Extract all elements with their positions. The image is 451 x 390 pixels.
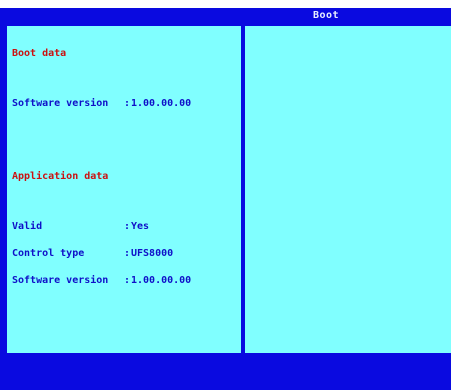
status-bar [0,355,451,390]
app-software-version-value: 1.00.00.00 [131,275,192,286]
separator: : [124,275,131,286]
valid-value: Yes [131,221,150,232]
app-software-version-row: Software version:1.00.00.00 [12,275,192,286]
control-type-value: UFS8000 [131,248,174,259]
info-content: Boot data Software version:1.00.00.00 Ap… [12,31,191,303]
valid-row: Valid:Yes [12,221,191,232]
boot-software-version-label: Software version [12,98,109,109]
title-bar: Boot [0,8,451,24]
boot-software-version-row: Software version:1.00.00.00 [12,98,192,109]
boot-data-heading: Boot data [12,48,67,59]
separator: : [124,98,131,109]
separator: : [124,221,131,232]
valid-label: Valid [12,221,43,232]
app-software-version-label: Software version [12,275,109,286]
boot-software-version-value: 1.00.00.00 [131,98,192,109]
control-type-label: Control type [12,248,85,259]
screen: Boot Boot data Software version:1.00.00.… [0,8,451,390]
control-type-row: Control type:UFS8000 [12,248,191,259]
separator: : [124,248,131,259]
application-data-heading: Application data [12,171,109,182]
right-panel [245,26,451,353]
window-title: Boot [313,10,340,21]
